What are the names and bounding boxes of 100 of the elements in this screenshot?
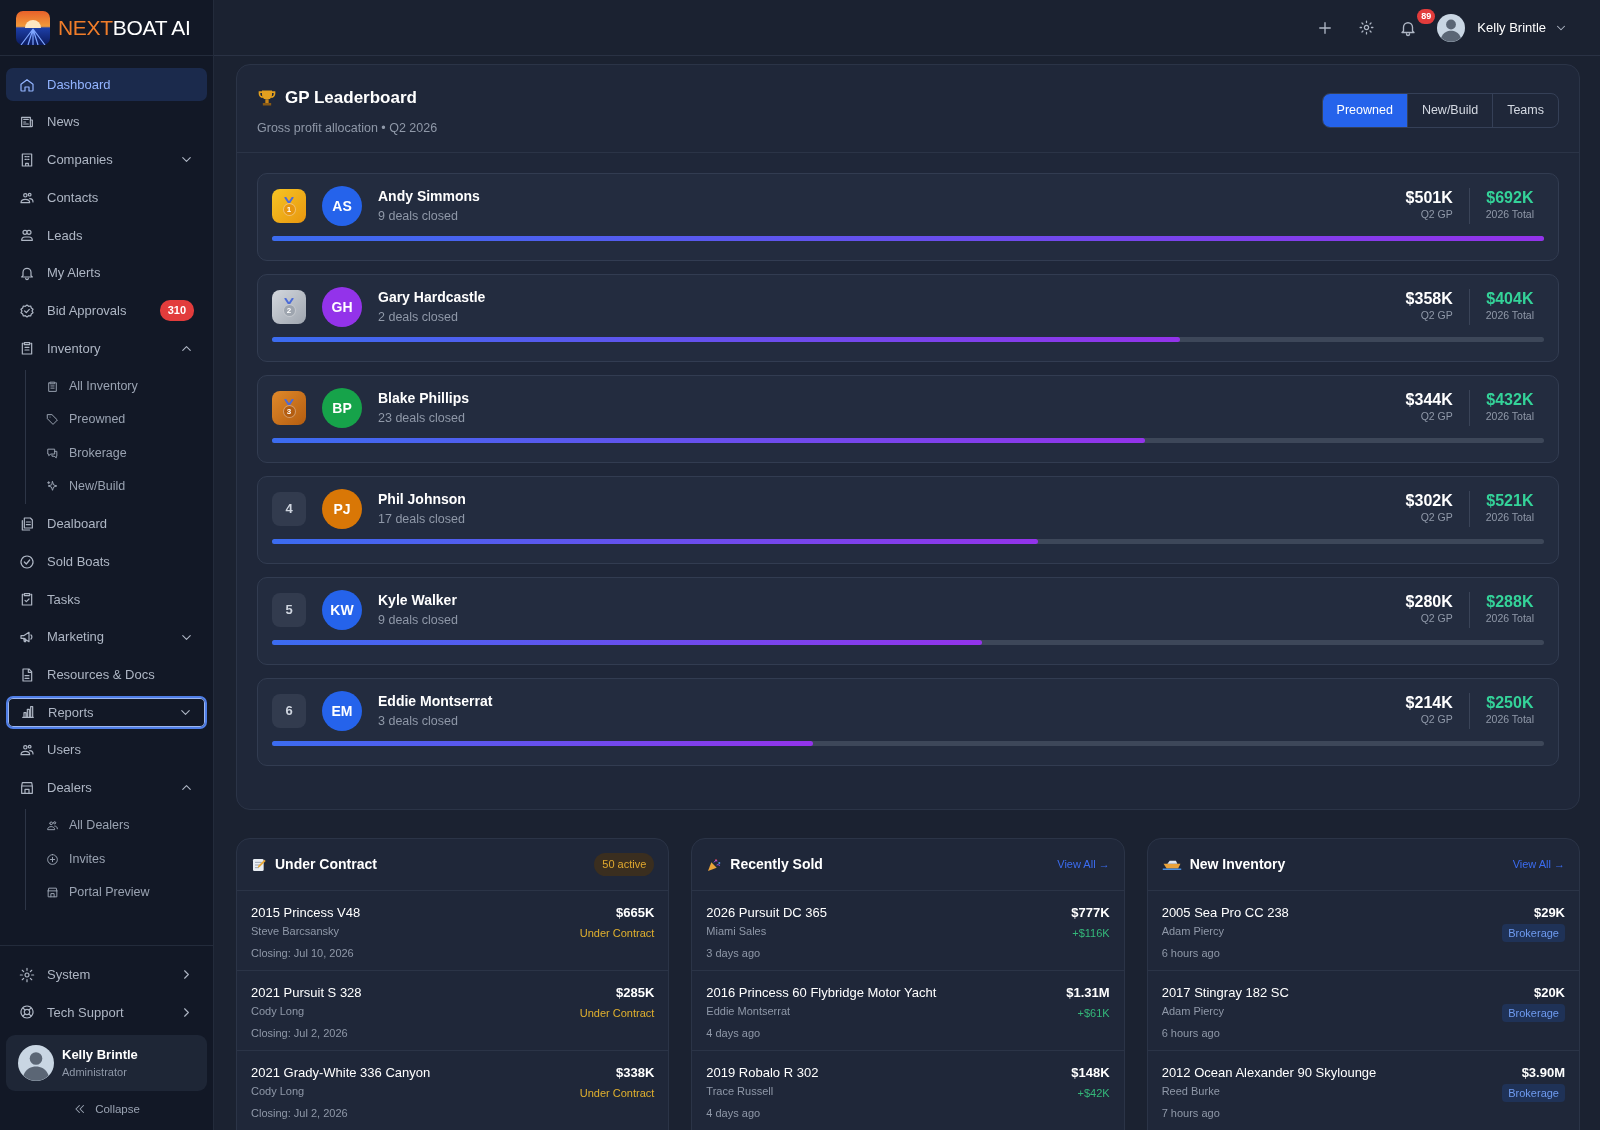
deals-count: 23 deals closed <box>378 410 466 428</box>
sidebar-item[interactable]: Tech Support <box>6 995 207 1029</box>
files-icon <box>19 516 35 532</box>
rank-number: 4 <box>272 492 306 526</box>
deals-count: 9 deals closed <box>378 612 459 630</box>
price: $665K <box>615 904 655 922</box>
rank-number: 5 <box>272 593 306 627</box>
item-time: Closing: Jul 2, 2026 <box>251 1106 349 1121</box>
theme-button[interactable] <box>1358 19 1376 36</box>
initials-avatar: GH <box>322 287 362 327</box>
leaderboard-subtitle: Gross profit allocation • Q2 2026 <box>257 119 438 137</box>
price: $148K <box>1071 1064 1110 1082</box>
sidebar-item[interactable]: Sold Boats <box>6 545 207 579</box>
sidebar-item[interactable]: Dealers <box>6 771 207 805</box>
sidebar-subitem[interactable]: Portal Preview <box>36 876 207 910</box>
boat-title: 2005 Sea Pro CC 238 <box>1161 904 1289 922</box>
sidebar-item[interactable]: Users <box>6 733 207 767</box>
price: $29K <box>1532 904 1565 922</box>
avatar-icon <box>1437 13 1466 42</box>
gp-label: Q2 GP <box>1419 509 1453 525</box>
store-icon <box>46 886 59 900</box>
person-name: Miami Sales <box>706 923 768 939</box>
sidebar-item[interactable]: My Alerts <box>6 256 207 290</box>
people-icon <box>19 227 35 244</box>
status-label: Under Contract <box>579 1086 655 1099</box>
sidebar-item[interactable]: Reports <box>6 695 207 729</box>
sidebar-item[interactable]: Companies <box>6 143 207 177</box>
gp-value: $302K <box>1405 492 1453 510</box>
user-card[interactable]: Kelly Brintle Administrator <box>6 1034 207 1091</box>
document-icon <box>19 666 35 683</box>
sidebar-subitem[interactable]: All Inventory <box>36 369 207 403</box>
gp-value: $501K <box>1405 189 1453 207</box>
active-count: 50 active <box>594 853 655 876</box>
sidebar-item[interactable]: Bid Approvals 310 <box>6 294 207 328</box>
sidebar-item[interactable]: Marketing <box>6 620 207 654</box>
person-name: Blake Phillips <box>378 389 471 409</box>
sidebar-item[interactable]: Tasks <box>6 582 207 616</box>
avatar-icon <box>18 1044 54 1081</box>
total-label: 2026 Total <box>1485 610 1534 626</box>
sidebar-item[interactable]: Resources & Docs <box>6 658 207 692</box>
total-value: $432K <box>1485 391 1534 409</box>
deals-count: 9 deals closed <box>378 208 459 226</box>
gp-label: Q2 GP <box>1419 206 1453 222</box>
profit-amount: +$61K <box>1077 1006 1110 1019</box>
party-popper-icon <box>706 856 723 873</box>
item-time: 4 days ago <box>706 1026 762 1041</box>
boat-title: 2012 Ocean Alexander 90 Skylounge <box>1161 1064 1377 1082</box>
chat-icon <box>46 446 59 460</box>
sidebar-subitem[interactable]: New/Build <box>36 470 207 504</box>
deals-count: 2 deals closed <box>378 309 459 327</box>
sidebar-subitem[interactable]: Invites <box>36 842 207 876</box>
segment-tab[interactable]: Preowned <box>1322 94 1407 127</box>
memo-icon <box>251 856 267 873</box>
notification-count: 89 <box>1417 8 1436 25</box>
total-label: 2026 Total <box>1485 307 1534 323</box>
medal-badge: 3 <box>272 391 306 425</box>
collapse-button[interactable]: Collapse <box>6 1090 207 1130</box>
total-label: 2026 Total <box>1485 408 1534 424</box>
gp-value: $358K <box>1405 290 1453 308</box>
initials-avatar: AS <box>322 186 362 226</box>
total-value: $404K <box>1485 290 1534 308</box>
category-tag: Brokerage <box>1502 1083 1565 1102</box>
sidebar-item[interactable]: Dashboard <box>6 68 207 101</box>
settings-icon <box>19 966 35 983</box>
item-time: 7 hours ago <box>1161 1106 1221 1121</box>
boat-title: 2016 Princess 60 Flybridge Motor Yacht <box>706 984 937 1002</box>
price: $777K <box>1071 904 1110 922</box>
sidebar-item[interactable]: Inventory <box>6 331 207 365</box>
sun-icon <box>1358 19 1376 36</box>
price: $20K <box>1532 984 1565 1002</box>
total-label: 2026 Total <box>1485 509 1534 525</box>
sidebar-item[interactable]: Dealboard <box>6 507 207 541</box>
panel-title: Under Contract <box>275 855 377 874</box>
boat-title: 2021 Grady-White 336 Canyon <box>251 1064 431 1082</box>
total-label: 2026 Total <box>1485 206 1534 222</box>
bell-icon <box>1399 19 1418 38</box>
gp-label: Q2 GP <box>1419 408 1453 424</box>
sidebar-subitem[interactable]: Brokerage <box>36 436 207 470</box>
sidebar-subitem[interactable]: Preowned <box>36 403 207 437</box>
user-menu[interactable]: Kelly Brintle <box>1437 13 1568 42</box>
panel-title: New Inventory <box>1189 855 1286 874</box>
brand-name: NEXTBOAT AI <box>58 14 191 41</box>
sidebar-item[interactable]: Contacts <box>6 181 207 215</box>
sidebar-item[interactable]: Leads <box>6 218 207 252</box>
gp-label: Q2 GP <box>1419 711 1453 727</box>
deals-count: 17 deals closed <box>378 511 466 529</box>
boat-title: 2015 Princess V48 <box>251 904 361 922</box>
segment-tab[interactable]: Teams <box>1492 94 1558 127</box>
sidebar-item[interactable]: System <box>6 958 207 992</box>
person-name: Adam Piercy <box>1161 1003 1225 1019</box>
gp-label: Q2 GP <box>1419 307 1453 323</box>
sidebar-subitem[interactable]: All Dealers <box>36 809 207 843</box>
category-tag: Brokerage <box>1502 1003 1565 1022</box>
sidebar-item[interactable]: News <box>6 105 207 139</box>
user-role: Administrator <box>62 1065 128 1081</box>
notifications-button[interactable] <box>1399 19 1418 38</box>
person-name: Phil Johnson <box>378 490 467 510</box>
leaderboard-title: GP Leaderboard <box>285 87 417 109</box>
item-time: 3 days ago <box>706 946 762 961</box>
segment-tab[interactable]: New/Build <box>1406 94 1493 127</box>
